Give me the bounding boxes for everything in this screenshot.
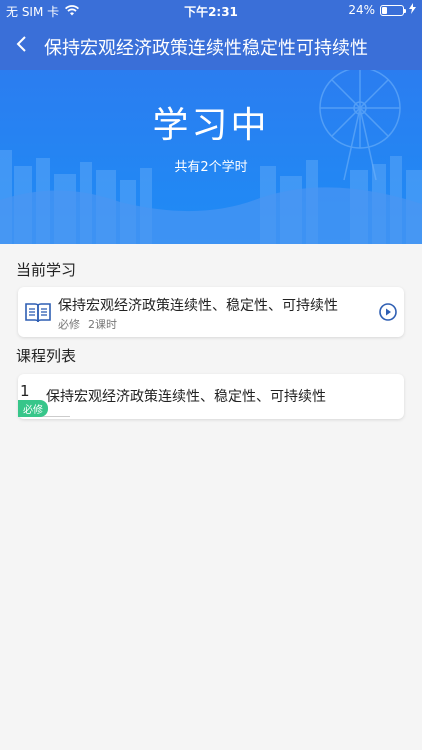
course-title: 保持宏观经济政策连续性、稳定性、可持续性: [46, 389, 326, 405]
chevron-left-icon: [16, 35, 28, 57]
course-index: 1: [20, 382, 30, 400]
current-course-card[interactable]: 保持宏观经济政策连续性、稳定性、可持续性 必修 2课时: [18, 287, 404, 337]
course-list-heading: 课程列表: [16, 347, 77, 365]
total-hours-label: 共有2个学时: [174, 160, 248, 175]
play-circle-icon[interactable]: [379, 303, 397, 325]
bolt-icon: [409, 3, 416, 17]
battery-percent: 24%: [348, 3, 375, 17]
required-badge: 必修: [18, 400, 48, 417]
page-title: 保持宏观经济政策连续性稳定性可持续性: [44, 38, 368, 59]
course-type-label: 必修: [58, 318, 80, 331]
open-book-icon: [25, 301, 51, 327]
study-banner: 学习中 共有2个学时: [0, 70, 422, 244]
current-course-title: 保持宏观经济政策连续性、稳定性、可持续性: [58, 298, 338, 314]
battery-icon: [380, 4, 406, 16]
back-button[interactable]: [8, 32, 36, 60]
course-list-item[interactable]: 1 保持宏观经济政策连续性、稳定性、可持续性 必修: [18, 374, 404, 419]
current-study-heading: 当前学习: [16, 261, 77, 279]
status-bar: 无 SIM 卡 下午2:31 24%: [0, 0, 422, 22]
course-hours-label: 2课时: [88, 318, 117, 331]
nav-bar: 保持宏观经济政策连续性稳定性可持续性: [0, 22, 422, 70]
status-title: 学习中: [152, 105, 270, 146]
